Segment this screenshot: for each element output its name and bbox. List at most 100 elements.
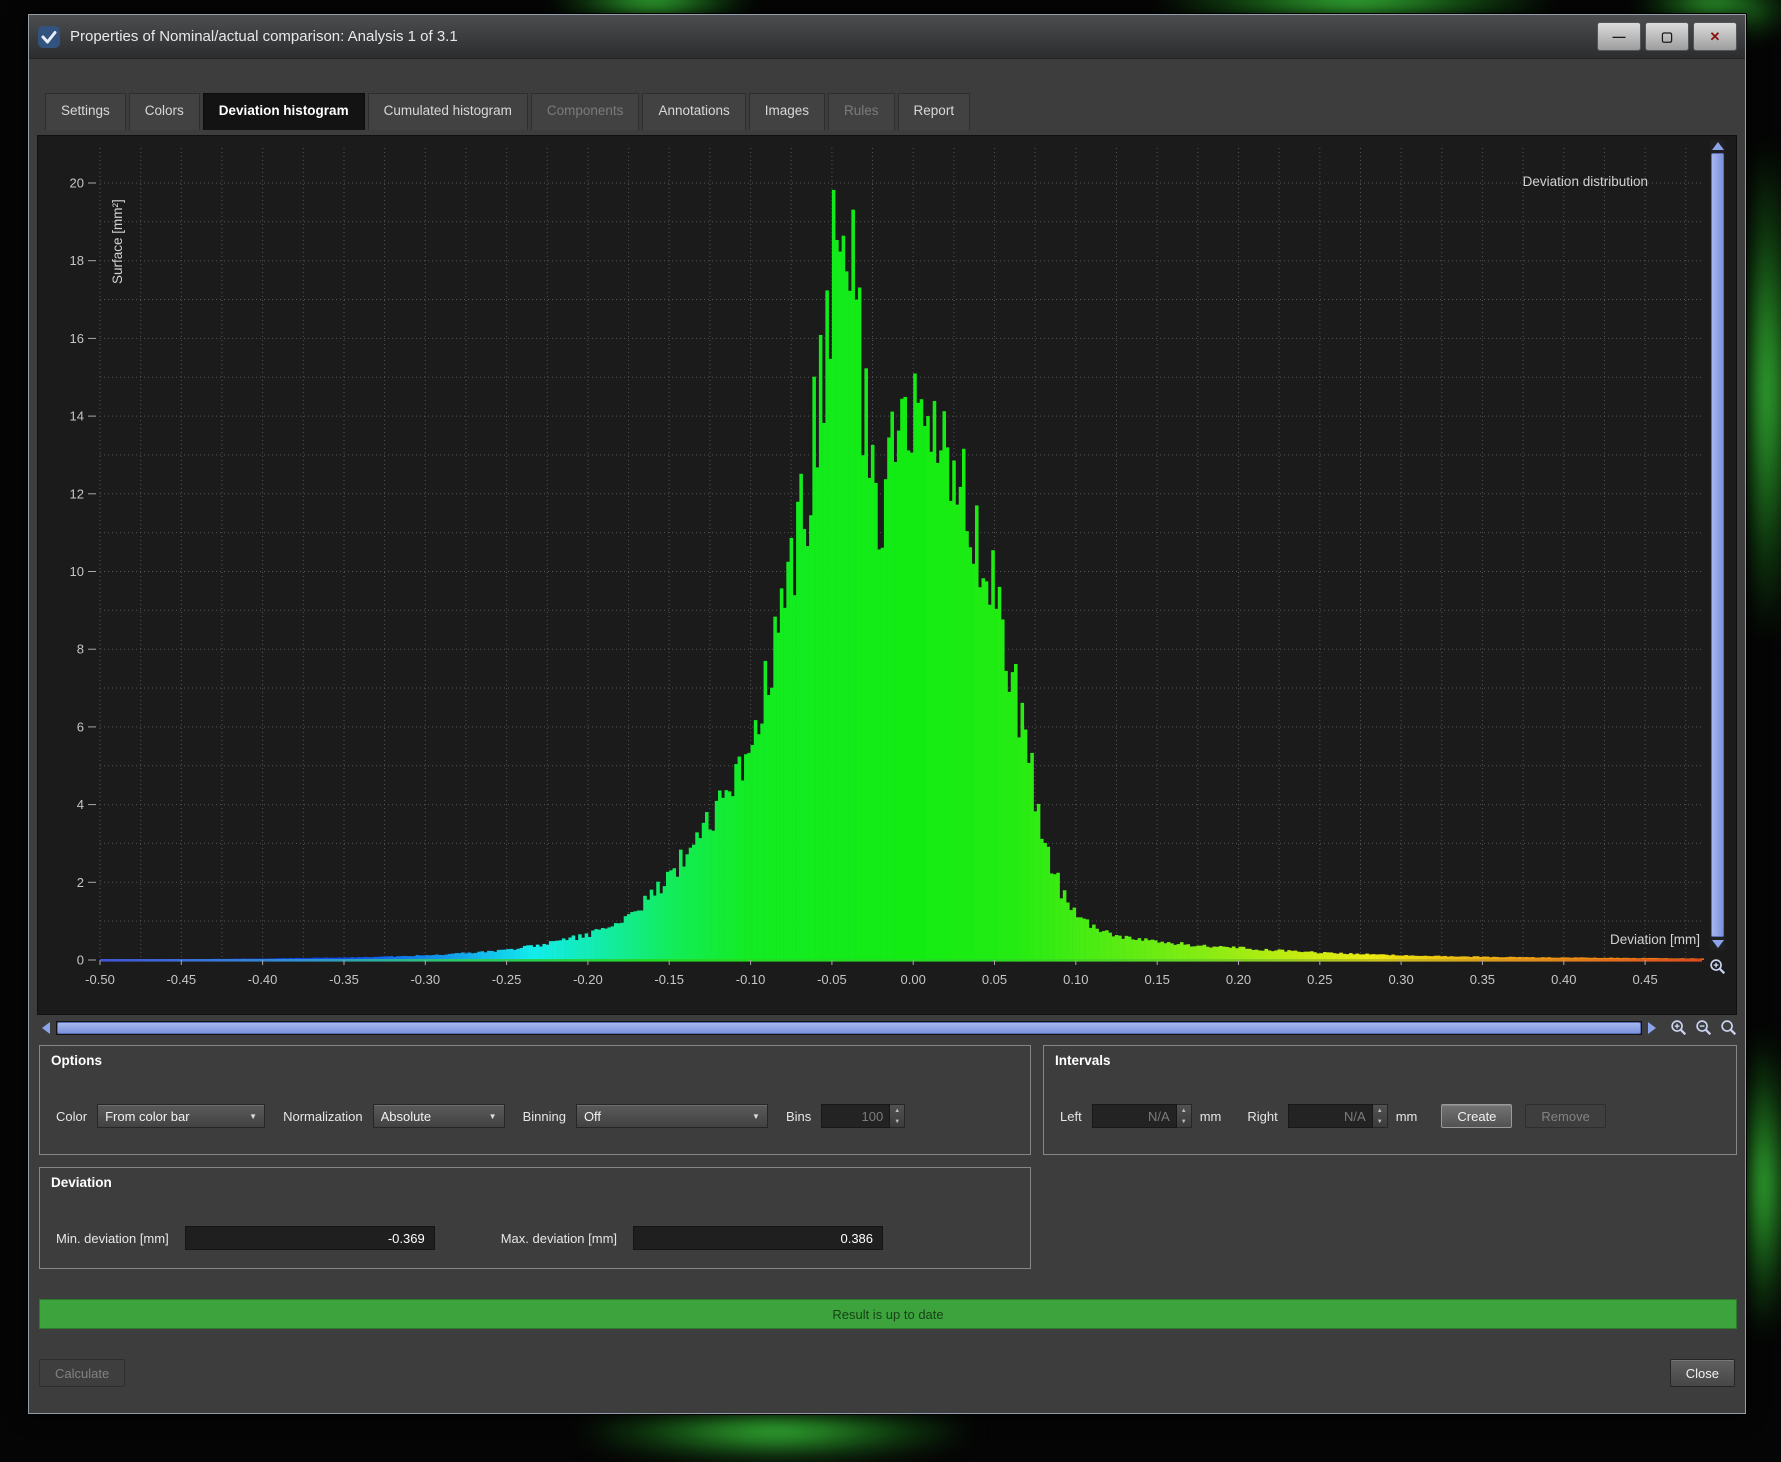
tab-images[interactable]: Images <box>748 93 826 130</box>
svg-text:-0.30: -0.30 <box>410 972 440 987</box>
svg-text:0.05: 0.05 <box>982 972 1007 987</box>
spin-up-icon: ▲ <box>1376 1107 1383 1114</box>
svg-text:-0.50: -0.50 <box>85 972 115 987</box>
svg-text:14: 14 <box>70 409 84 424</box>
binning-select-value: Off <box>583 1108 602 1124</box>
tab-annotations[interactable]: Annotations <box>642 93 746 130</box>
tab-colors[interactable]: Colors <box>128 93 200 130</box>
deviation-group: Deviation Min. deviation [mm] -0.369 Max… <box>39 1167 1031 1269</box>
svg-text:Deviation [mm]: Deviation [mm] <box>1610 932 1700 947</box>
svg-text:Deviation distribution: Deviation distribution <box>1523 174 1648 189</box>
tab-cumulated-histogram[interactable]: Cumulated histogram <box>367 93 528 130</box>
right-interval-value: N/A <box>1287 1104 1373 1128</box>
svg-text:0.10: 0.10 <box>1063 972 1088 987</box>
svg-text:16: 16 <box>70 331 84 346</box>
svg-text:0.30: 0.30 <box>1388 972 1413 987</box>
binning-select[interactable]: Off ▼ <box>575 1104 768 1128</box>
options-title: Options <box>51 1053 102 1068</box>
horizontal-scrollbar[interactable] <box>56 1020 1642 1035</box>
zoom-in-icon[interactable] <box>1670 1019 1688 1037</box>
svg-text:0.15: 0.15 <box>1145 972 1170 987</box>
window-title: Properties of Nominal/actual comparison:… <box>70 28 458 45</box>
scroll-up-icon[interactable] <box>1711 142 1724 150</box>
chevron-down-icon: ▼ <box>249 1111 258 1121</box>
chevron-down-icon: ▼ <box>752 1111 760 1121</box>
bins-label: Bins <box>785 1108 812 1124</box>
svg-text:Surface [mm²]: Surface [mm²] <box>110 199 125 284</box>
svg-text:18: 18 <box>70 253 84 268</box>
calculate-button: Calculate <box>39 1359 126 1387</box>
right-unit-label: mm <box>1395 1108 1418 1124</box>
svg-text:4: 4 <box>77 797 84 812</box>
svg-text:-0.45: -0.45 <box>166 972 196 987</box>
svg-text:-0.35: -0.35 <box>329 972 359 987</box>
normalization-select-value: Absolute <box>380 1108 432 1124</box>
scroll-down-icon[interactable] <box>1711 940 1724 948</box>
left-interval-spinner: N/A ▲ ▼ <box>1091 1104 1192 1128</box>
tab-rules: Rules <box>828 93 895 130</box>
spin-down-icon: ▼ <box>1376 1118 1383 1125</box>
color-select[interactable]: From color bar ▼ <box>97 1104 266 1128</box>
horizontal-scrollbar-thumb[interactable] <box>57 1021 1641 1034</box>
chevron-down-icon: ▼ <box>488 1111 497 1121</box>
max-deviation-label: Max. deviation [mm] <box>500 1230 618 1246</box>
svg-text:0.20: 0.20 <box>1226 972 1251 987</box>
svg-text:0.25: 0.25 <box>1307 972 1332 987</box>
deviation-title: Deviation <box>51 1175 112 1190</box>
color-label: Color <box>56 1108 88 1124</box>
spin-up-icon: ▲ <box>1180 1107 1187 1114</box>
left-unit-label: mm <box>1199 1108 1222 1124</box>
svg-text:-0.15: -0.15 <box>654 972 684 987</box>
maximize-button[interactable]: ▢ <box>1645 22 1689 51</box>
options-group: Options Color From color bar ▼ Normaliza… <box>39 1045 1031 1155</box>
binning-label: Binning <box>522 1108 566 1124</box>
spin-down-icon: ▼ <box>894 1118 901 1125</box>
zoom-fit-icon[interactable] <box>1720 1019 1738 1037</box>
svg-text:0.45: 0.45 <box>1632 972 1657 987</box>
svg-text:20: 20 <box>70 176 84 191</box>
min-deviation-value: -0.369 <box>184 1226 435 1250</box>
tab-settings[interactable]: Settings <box>45 93 126 130</box>
color-select-value: From color bar <box>105 1108 190 1124</box>
normalization-label: Normalization <box>283 1108 363 1124</box>
tab-report[interactable]: Report <box>897 93 971 130</box>
zoom-out-icon[interactable] <box>1695 1019 1713 1037</box>
zoom-controls <box>1670 1019 1738 1037</box>
deviation-histogram-panel: -0.50 -0.45 -0.40 -0.35 -0.30 -0.25 -0.20 -0.15… <box>37 135 1737 1015</box>
deviation-histogram-chart: -0.50 -0.45 -0.40 -0.35 -0.30 -0.25 -0.20 -0.15… <box>70 148 1704 987</box>
app-icon <box>37 25 61 49</box>
close-window-button[interactable]: ✕ <box>1693 22 1737 51</box>
tab-deviation-histogram[interactable]: Deviation histogram <box>202 93 365 130</box>
svg-text:0.35: 0.35 <box>1470 972 1495 987</box>
svg-text:-0.40: -0.40 <box>248 972 278 987</box>
spin-up-icon: ▲ <box>894 1107 901 1114</box>
svg-text:0.00: 0.00 <box>901 972 926 987</box>
tab-components: Components <box>530 93 640 130</box>
right-label: Right <box>1247 1108 1278 1124</box>
vertical-scrollbar-thumb[interactable] <box>1711 153 1724 937</box>
title-bar[interactable]: Properties of Nominal/actual comparison:… <box>29 15 1745 59</box>
status-bar: Result is up to date <box>39 1299 1737 1329</box>
status-text: Result is up to date <box>832 1306 944 1322</box>
svg-text:-0.20: -0.20 <box>573 972 603 987</box>
create-button[interactable]: Create <box>1441 1104 1513 1128</box>
bins-spinner-value: 100 <box>821 1104 891 1128</box>
svg-text:10: 10 <box>70 564 84 579</box>
max-deviation-value: 0.386 <box>633 1226 884 1250</box>
svg-text:-0.25: -0.25 <box>492 972 522 987</box>
remove-button: Remove <box>1525 1104 1606 1128</box>
scroll-left-icon[interactable] <box>39 1020 53 1035</box>
scroll-right-icon[interactable] <box>1645 1020 1659 1035</box>
svg-text:-0.10: -0.10 <box>736 972 766 987</box>
spin-down-icon: ▼ <box>1180 1118 1187 1125</box>
svg-text:0: 0 <box>77 953 84 968</box>
close-button[interactable]: Close <box>1669 1359 1735 1387</box>
normalization-select[interactable]: Absolute ▼ <box>372 1104 505 1128</box>
vertical-scrollbar[interactable] <box>1710 140 1725 950</box>
intervals-title: Intervals <box>1055 1053 1111 1068</box>
zoom-in-vertical-icon[interactable] <box>1709 958 1727 976</box>
svg-text:0.40: 0.40 <box>1551 972 1576 987</box>
window-controls: — ▢ ✕ <box>1597 22 1737 51</box>
minimize-button[interactable]: — <box>1597 22 1641 51</box>
bins-spinner: 100 ▲ ▼ <box>821 1104 906 1128</box>
